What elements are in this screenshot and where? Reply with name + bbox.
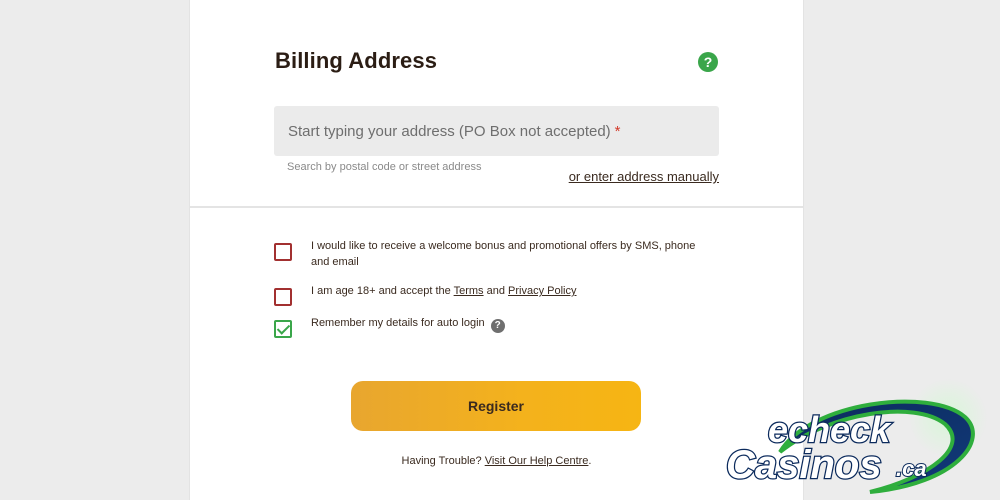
register-button[interactable]: Register [351, 381, 641, 431]
marketing-label: I would like to receive a welcome bonus … [311, 240, 696, 268]
help-centre-text: Having Trouble? Visit Our Help Centre. [401, 455, 592, 467]
privacy-policy-link[interactable]: Privacy Policy [508, 285, 576, 297]
auto-login-info-icon[interactable]: ? [490, 319, 505, 333]
marketing-checkbox[interactable] [274, 243, 292, 261]
address-hint: Search by postal code or street address [287, 161, 482, 173]
echeckcasinos-logo: echeck Casinos .ca [725, 399, 975, 494]
help-question-icon[interactable]: ? [698, 52, 718, 72]
section-divider [190, 206, 803, 208]
billing-title: Billing Address [275, 48, 438, 73]
logo-suffix: .ca [896, 456, 927, 481]
address-search-input[interactable]: Start typing your address (PO Box not ac… [274, 106, 719, 156]
help-centre-link[interactable]: Visit Our Help Centre [485, 455, 589, 467]
remember-details-checkbox[interactable] [274, 320, 292, 338]
required-marker: * [614, 123, 621, 140]
enter-address-manually-link[interactable]: or enter address manually [569, 169, 719, 184]
age-terms-checkbox[interactable] [274, 288, 292, 306]
address-placeholder: Start typing your address (PO Box not ac… [288, 123, 621, 140]
remember-details-label: Remember my details for auto login? [311, 315, 716, 333]
logo-line2: Casinos [726, 443, 882, 487]
registration-card: Billing Address ? Start typing your addr… [189, 0, 804, 500]
age-terms-label: I am age 18+ and accept the Terms and Pr… [311, 285, 577, 297]
terms-link[interactable]: Terms [454, 285, 484, 297]
